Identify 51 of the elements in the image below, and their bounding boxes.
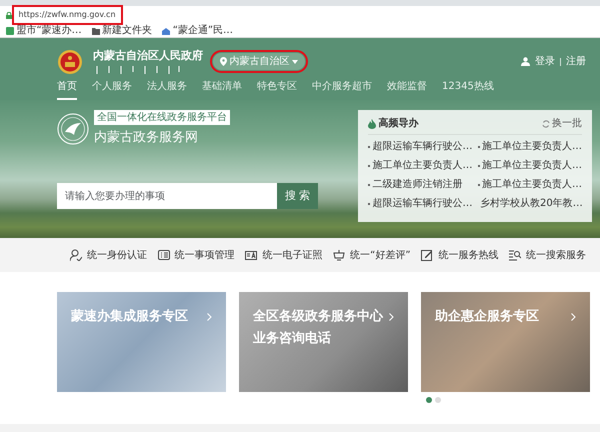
flame-icon: [368, 118, 376, 128]
search-field[interactable]: 请输入您要办理的事项: [57, 183, 277, 209]
card-title: 全区各级政务服务中心业务咨询电话: [253, 308, 384, 348]
service-link[interactable]: 超限运输车辆行驶公…: [372, 139, 472, 154]
bookmark-link[interactable]: 新建文件夹: [102, 23, 152, 38]
search-icon: [508, 249, 521, 261]
bookmark-link[interactable]: 盟市“蒙速办…: [16, 23, 82, 38]
house-icon: [162, 26, 170, 34]
user-icon: [521, 57, 530, 66]
service-link[interactable]: 统一搜索服务: [526, 248, 586, 262]
refresh-button[interactable]: 换一批: [552, 116, 582, 131]
card-title: 蒙速办集成服务专区: [71, 308, 189, 326]
service-link[interactable]: 施工单位主要负责人…: [482, 177, 582, 192]
caret-icon: [292, 60, 298, 64]
service-link[interactable]: 施工单位主要负责人…: [482, 158, 582, 173]
page-icon: [6, 26, 14, 34]
users-icon: [70, 249, 82, 261]
id-card-icon: [245, 249, 258, 261]
folder-icon: [92, 26, 100, 34]
national-emblem-icon: [57, 48, 83, 74]
platform-badge: 全国一体化在线政务服务平台: [94, 110, 230, 125]
service-link[interactable]: 乡村学校从教20年教…: [480, 196, 583, 211]
service-link[interactable]: 二级建造师注销注册: [372, 177, 462, 192]
list-icon: [158, 249, 170, 261]
service-link[interactable]: 统一事项管理: [174, 248, 235, 262]
service-link[interactable]: 施工单位主要负责人…: [482, 139, 582, 154]
bookmark-link[interactable]: “蒙企通”民…: [172, 23, 234, 38]
portal-name: 内蒙古政务服务网: [94, 128, 198, 146]
lock-icon: [6, 12, 12, 18]
login-link[interactable]: 登录: [535, 54, 555, 69]
search-button[interactable]: 搜 索: [277, 183, 318, 209]
portal-logo-icon: [57, 112, 89, 144]
refresh-icon: [542, 120, 550, 128]
service-link[interactable]: 统一身份认证: [87, 248, 147, 262]
card-title: 助企惠企服务专区: [435, 308, 540, 326]
service-link[interactable]: 统一“好差评”: [350, 248, 411, 262]
panel-title: 高频导办: [378, 116, 418, 131]
location-pin-icon: [220, 57, 227, 66]
chevron-right-icon: [207, 313, 212, 321]
service-link[interactable]: 超限运输车辆行驶公…: [372, 196, 472, 211]
chevron-right-icon: [389, 313, 394, 321]
site-title: 内蒙古自治区人民政府: [93, 48, 203, 64]
register-link[interactable]: 注册: [566, 54, 586, 69]
chevron-right-icon: [571, 313, 576, 321]
edit-icon: [421, 249, 434, 261]
service-link[interactable]: 施工单位主要负责人…: [372, 158, 472, 173]
service-link[interactable]: 统一服务热线: [438, 248, 498, 262]
url-text[interactable]: https://zwfw.nmg.gov.cn: [14, 8, 120, 22]
service-link[interactable]: 统一电子证照: [262, 248, 322, 262]
carousel-dot[interactable]: [426, 397, 432, 403]
carousel-dot[interactable]: [434, 397, 441, 403]
